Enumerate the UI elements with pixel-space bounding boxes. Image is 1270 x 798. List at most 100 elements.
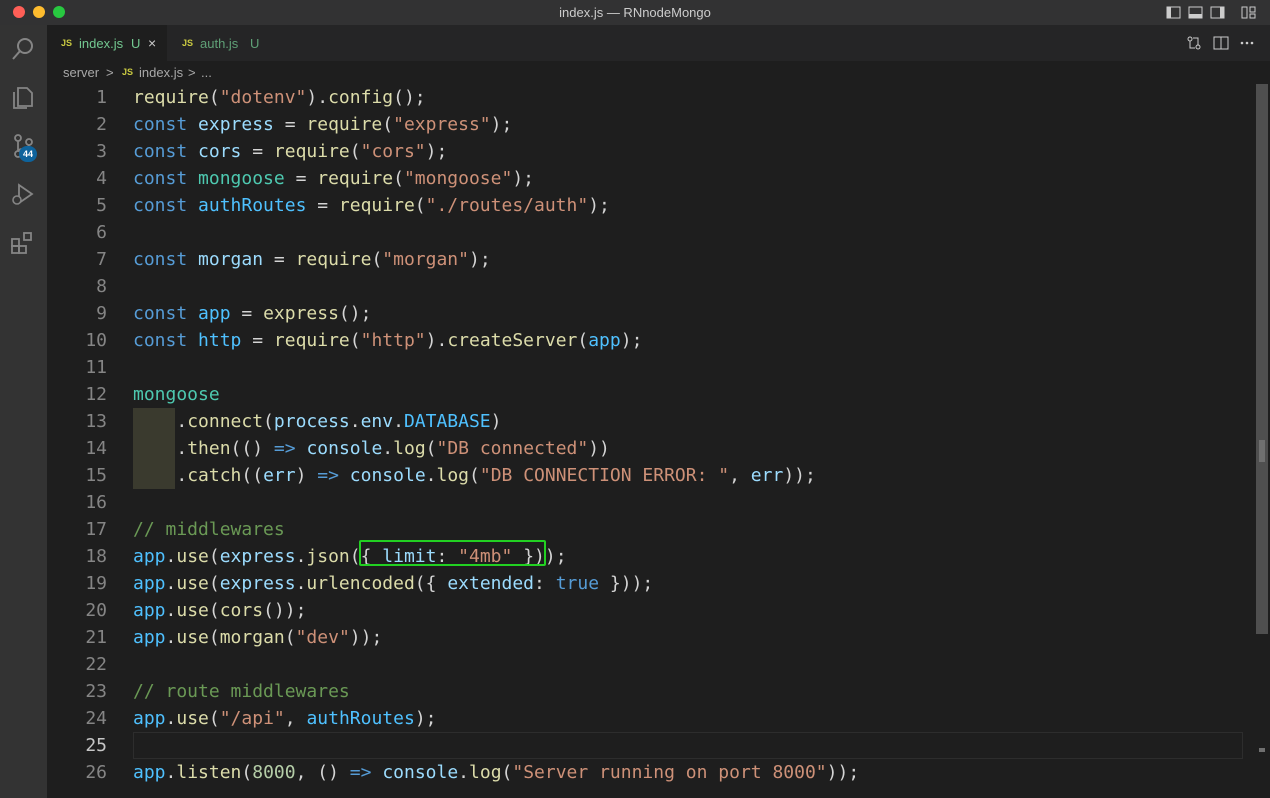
code-token: ( — [208, 87, 220, 108]
code-token: ( — [208, 600, 220, 621]
code-token: ( — [208, 573, 220, 594]
code-line[interactable]: 13 .connect(process.env.DATABASE) — [47, 408, 1257, 435]
code-token: express — [263, 303, 339, 324]
code-line[interactable]: 23 // route middlewares — [47, 678, 1257, 705]
tab-auth-js[interactable]: JS auth.js U — [168, 25, 286, 61]
code-line[interactable]: 15 .catch((err) => console.log("DB CONNE… — [47, 462, 1257, 489]
code-token: express — [219, 573, 296, 594]
code-token: "morgan" — [382, 249, 469, 270]
toggle-secondary-sidebar-icon[interactable] — [1210, 5, 1225, 20]
breadcrumb-symbol[interactable]: ... — [201, 65, 212, 80]
code-token: log — [469, 762, 502, 783]
code-line[interactable]: 8 — [47, 273, 1257, 300]
tab-index-js[interactable]: JS index.js U × — [47, 25, 167, 61]
code-line[interactable]: 14 .then(() => console.log("DB connected… — [47, 435, 1257, 462]
code-token: require — [317, 168, 394, 189]
code-line[interactable]: 19 app.use(express.urlencoded({ extended:… — [47, 570, 1257, 597]
more-actions-icon[interactable] — [1239, 35, 1255, 51]
code-token: )) — [588, 438, 610, 459]
code-token: listen — [176, 762, 242, 783]
code-token: "dotenv" — [219, 87, 307, 108]
untracked-status: U — [250, 36, 260, 51]
code-token: = — [241, 141, 274, 162]
code-token: ) — [490, 411, 502, 432]
code-line[interactable]: 6 — [47, 219, 1257, 246]
extensions-icon[interactable] — [10, 230, 36, 256]
code-line[interactable]: 2 const express = require("express"); — [47, 111, 1257, 138]
code-token: "DB connected" — [436, 438, 589, 459]
customize-layout-icon[interactable] — [1241, 5, 1256, 20]
code-token: ); — [512, 168, 535, 189]
line-number: 10 — [85, 330, 107, 351]
untracked-status: U — [131, 36, 141, 51]
explorer-icon[interactable] — [10, 85, 36, 111]
code-token: console — [306, 438, 383, 459]
code-token: ( — [349, 141, 361, 162]
code-token: )); — [783, 465, 816, 486]
breadcrumb-folder[interactable]: server — [63, 65, 99, 80]
code-token: ( — [241, 762, 253, 783]
code-token: . — [165, 762, 177, 783]
code-token: use — [176, 708, 209, 729]
code-line[interactable]: 25 — [47, 732, 1257, 759]
code-line[interactable]: 21 app.use(morgan("dev")); — [47, 624, 1257, 651]
code-line[interactable]: 24 app.use("/api", authRoutes); — [47, 705, 1257, 732]
code-token: (() — [230, 438, 274, 459]
code-editor[interactable]: 1 require("dotenv").config(); 2 const expre… — [47, 83, 1270, 798]
line-code: const authRoutes = require("./routes/aut… — [133, 192, 610, 219]
code-token: . — [133, 411, 188, 432]
line-code: .catch((err) => console.log("DB CONNECTI… — [133, 462, 816, 489]
line-number: 9 — [96, 303, 107, 324]
code-token: then — [187, 438, 231, 459]
code-line[interactable]: 7 const morgan = require("morgan"); — [47, 246, 1257, 273]
close-tab-icon[interactable]: × — [148, 35, 156, 51]
code-token: cors — [198, 141, 242, 162]
code-token: . — [425, 465, 437, 486]
toggle-panel-icon[interactable] — [1188, 5, 1203, 20]
code-token: authRoutes — [198, 195, 307, 216]
code-token: const — [133, 330, 188, 351]
line-number: 25 — [85, 735, 107, 756]
code-token: json — [306, 546, 350, 567]
code-line[interactable]: 10 const http = require("http").createSer… — [47, 327, 1257, 354]
code-line[interactable]: 26 app.listen(8000, () => console.log("Se… — [47, 759, 1257, 786]
code-line[interactable]: 11 — [47, 354, 1257, 381]
code-line[interactable]: 3 const cors = require("cors"); — [47, 138, 1257, 165]
code-line[interactable]: 16 — [47, 489, 1257, 516]
code-token: => — [349, 762, 372, 783]
javascript-file-icon: JS — [122, 67, 134, 77]
breadcrumb-file[interactable]: index.js — [139, 65, 183, 80]
code-line[interactable]: 22 — [47, 651, 1257, 678]
code-line[interactable]: 1 require("dotenv").config(); — [47, 84, 1257, 111]
code-token: process — [273, 411, 350, 432]
code-line[interactable]: 5 const authRoutes = require("./routes/au… — [47, 192, 1257, 219]
code-token: "DB CONNECTION ERROR: " — [479, 465, 730, 486]
code-line[interactable]: 20 app.use(cors()); — [47, 597, 1257, 624]
code-token: ). — [306, 87, 329, 108]
code-line[interactable]: 12 mongoose — [47, 381, 1257, 408]
code-token: . — [165, 573, 177, 594]
code-token: => — [317, 465, 339, 486]
code-token: const — [133, 114, 188, 135]
code-token: authRoutes — [306, 708, 415, 729]
line-code: const http = require("http").createServe… — [133, 327, 642, 354]
code-line[interactable]: 4 const mongoose = require("mongoose"); — [47, 165, 1257, 192]
line-number: 11 — [85, 357, 107, 378]
code-token: express — [219, 546, 296, 567]
code-token: ( — [469, 465, 480, 486]
toggle-primary-sidebar-icon[interactable] — [1166, 5, 1181, 20]
compare-changes-icon[interactable] — [1186, 35, 1202, 51]
run-debug-icon[interactable] — [10, 181, 36, 207]
line-code: const cors = require("cors"); — [133, 138, 447, 165]
code-line[interactable]: 18 app.use(express.json({ limit: "4mb" })… — [47, 543, 1257, 570]
code-token: err — [750, 465, 784, 486]
search-icon[interactable] — [10, 36, 36, 62]
code-line[interactable]: 17 // middlewares — [47, 516, 1257, 543]
editor-scrollbar[interactable] — [1256, 84, 1268, 634]
code-token: = — [284, 168, 318, 189]
code-line[interactable]: 9 const app = express(); — [47, 300, 1257, 327]
split-editor-icon[interactable] — [1213, 35, 1229, 51]
code-token: createServer — [447, 330, 578, 351]
line-number: 12 — [85, 384, 107, 405]
